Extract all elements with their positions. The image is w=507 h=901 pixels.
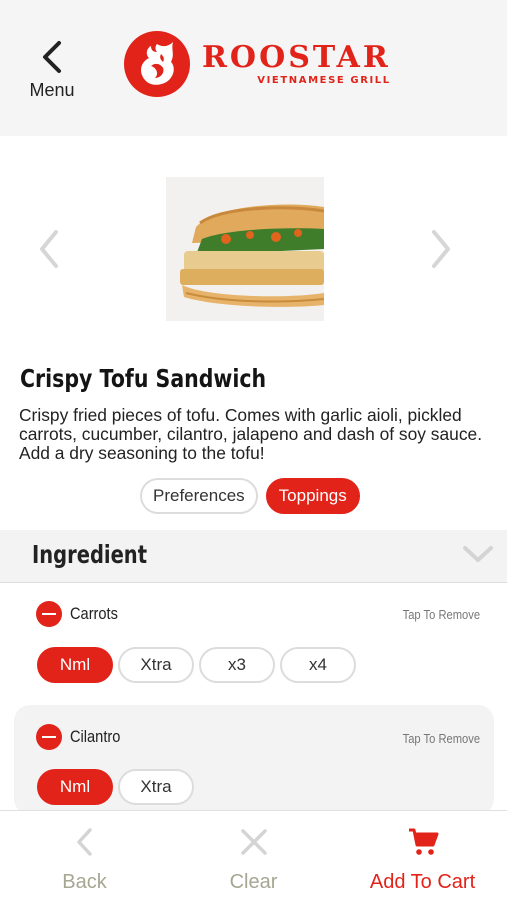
option-xtra[interactable]: Xtra bbox=[118, 769, 194, 805]
add-to-cart-label: Add To Cart bbox=[369, 871, 476, 893]
menu-back-label: Menu bbox=[29, 80, 75, 100]
tap-to-remove-link[interactable]: Tap To Remove bbox=[403, 607, 480, 622]
clear-button-label: Clear bbox=[229, 871, 278, 893]
chevron-left-icon bbox=[76, 828, 92, 856]
tab-bar: Preferences Toppings bbox=[140, 478, 360, 514]
option-xtra[interactable]: Xtra bbox=[118, 647, 194, 683]
clear-button[interactable]: Clear bbox=[169, 811, 338, 901]
tap-to-remove-link[interactable]: Tap To Remove bbox=[403, 731, 480, 746]
cart-icon bbox=[408, 828, 438, 855]
back-button-label: Back bbox=[62, 871, 107, 893]
menu-back-button[interactable]: Menu bbox=[22, 40, 82, 110]
product-description: Crispy fried pieces of tofu. Comes with … bbox=[19, 405, 483, 463]
product-title: Crispy Tofu Sandwich bbox=[20, 364, 267, 393]
option-nml[interactable]: Nml bbox=[37, 769, 113, 805]
ingredient-section-header[interactable]: Ingredient bbox=[0, 530, 507, 583]
ingredient-name: Cilantro bbox=[70, 727, 121, 746]
add-to-cart-button[interactable]: Add To Cart bbox=[338, 811, 507, 901]
option-nml[interactable]: Nml bbox=[37, 647, 113, 683]
chevron-right-icon bbox=[432, 230, 450, 268]
quantity-options: Nml Xtra bbox=[37, 769, 194, 805]
brand-tagline: VIETNAMESE GRILL bbox=[257, 74, 391, 86]
tab-preferences[interactable]: Preferences bbox=[140, 478, 258, 514]
brand-name: ROOSTAR bbox=[202, 39, 391, 75]
product-image bbox=[166, 177, 324, 321]
bottom-action-bar: Back Clear Add To Cart bbox=[0, 810, 507, 901]
back-button[interactable]: Back bbox=[0, 811, 169, 901]
ingredient-row-carrots: Carrots Tap To Remove Nml Xtra x3 x4 bbox=[14, 592, 494, 696]
close-icon bbox=[240, 829, 267, 855]
back-chevron-icon bbox=[43, 41, 61, 73]
rooster-logo-icon bbox=[124, 31, 190, 97]
section-title: Ingredient bbox=[32, 540, 148, 569]
minus-circle-icon[interactable] bbox=[36, 724, 62, 750]
ingredient-row-cilantro: Cilantro Tap To Remove Nml Xtra bbox=[14, 705, 494, 815]
ingredient-name: Carrots bbox=[70, 604, 118, 623]
quantity-options: Nml Xtra x3 x4 bbox=[37, 647, 356, 683]
chevron-down-icon bbox=[463, 546, 493, 562]
tab-toppings[interactable]: Toppings bbox=[265, 478, 360, 514]
minus-circle-icon[interactable] bbox=[36, 601, 62, 627]
option-x4[interactable]: x4 bbox=[280, 647, 356, 683]
option-x3[interactable]: x3 bbox=[199, 647, 275, 683]
carousel-next-button[interactable] bbox=[426, 228, 456, 270]
chevron-left-icon bbox=[40, 230, 58, 268]
carousel-prev-button[interactable] bbox=[34, 228, 64, 270]
brand-logo: ROOSTAR VIETNAMESE GRILL bbox=[124, 30, 391, 98]
app-header: Menu ROOSTAR VIETNAMESE GRILL bbox=[0, 0, 507, 136]
